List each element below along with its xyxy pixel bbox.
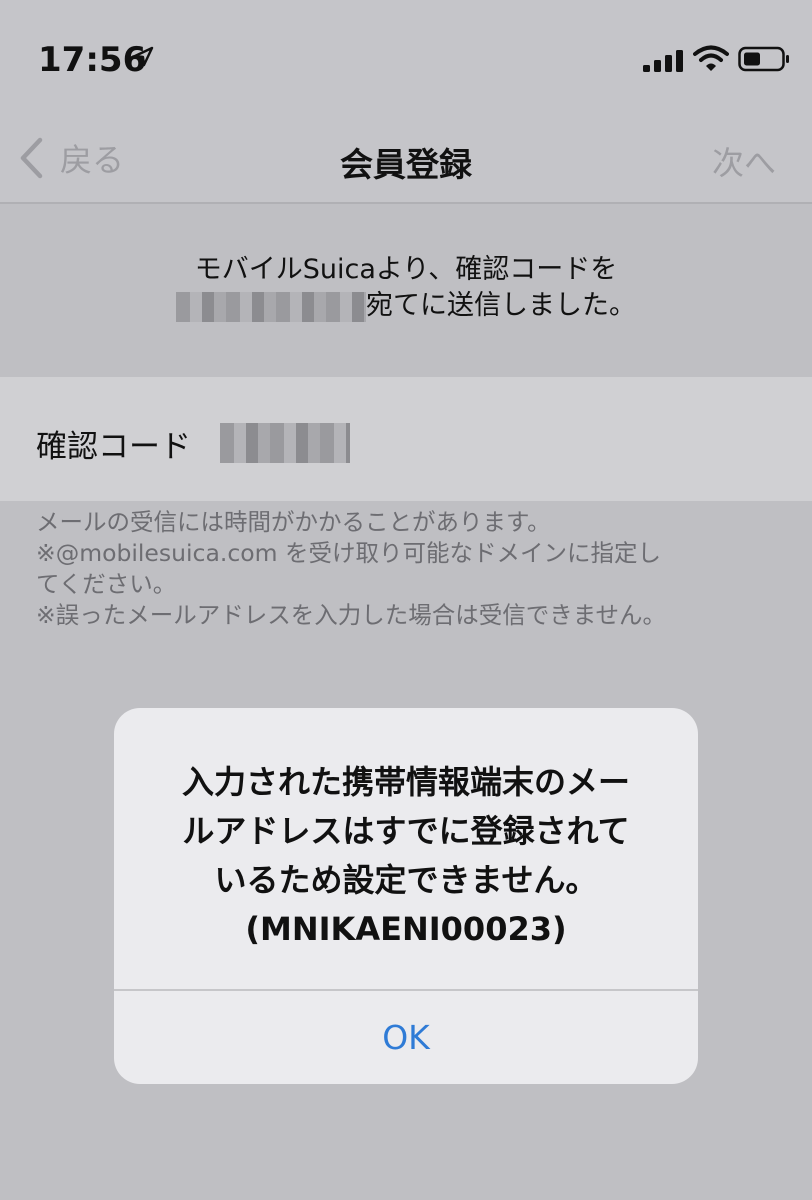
confirmation-code-field[interactable]: 確認コード	[0, 377, 812, 501]
sent-notice: モバイルSuicaより、確認コードを 宛てに送信しました。	[0, 252, 812, 324]
help-line-1: メールの受信には時間がかかることがあります。	[36, 508, 551, 536]
redacted-code	[220, 423, 350, 463]
help-line-3: てください。	[36, 570, 177, 598]
error-alert-dialog: 入力された携帯情報端末のメー ルアドレスはすでに登録されて いるため設定できませ…	[114, 708, 698, 1084]
status-time: 17:56	[38, 40, 147, 80]
alert-line-1: 入力された携帯情報端末のメー	[181, 763, 630, 801]
ok-button[interactable]: OK	[114, 991, 698, 1084]
cellular-signal-icon	[643, 50, 683, 72]
wifi-icon	[693, 45, 729, 71]
status-bar: 17:56	[0, 0, 812, 110]
battery-icon	[738, 46, 789, 72]
alert-line-2: ルアドレスはすでに登録されて	[182, 812, 630, 850]
notice-line-1: モバイルSuicaより、確認コードを	[194, 254, 618, 285]
notice-line-2-suffix: 宛てに送信しました。	[366, 290, 636, 321]
help-line-4: ※誤ったメールアドレスを入力した場合は受信できません。	[36, 601, 666, 629]
navigation-bar: 戻る 会員登録 次へ	[0, 110, 812, 204]
redacted-email	[176, 291, 366, 322]
alert-line-3: いるため設定できません。	[214, 861, 598, 899]
alert-error-code: (MNIKAENI00023)	[245, 910, 567, 948]
location-arrow-icon	[133, 46, 154, 67]
help-text: メールの受信には時間がかかることがあります。 ※@mobilesuica.com…	[36, 507, 786, 631]
alert-message: 入力された携帯情報端末のメー ルアドレスはすでに登録されて いるため設定できませ…	[114, 758, 698, 954]
next-button[interactable]: 次へ	[712, 138, 776, 184]
confirmation-code-label: 確認コード	[36, 429, 191, 465]
notice-line-2: 宛てに送信しました。	[0, 288, 812, 324]
page-title: 会員登録	[340, 145, 472, 184]
help-line-2: ※@mobilesuica.com を受け取り可能なドメインに指定し	[36, 539, 662, 567]
